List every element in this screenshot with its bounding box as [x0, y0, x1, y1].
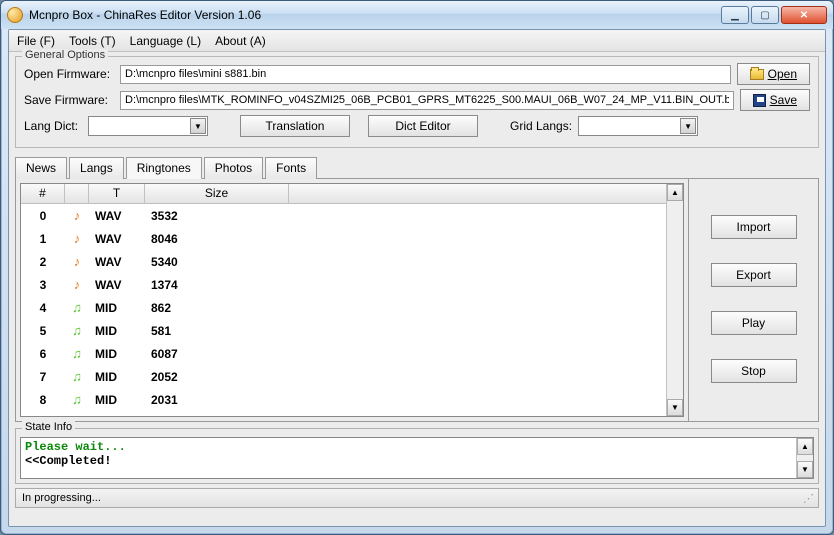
note-green-icon: ♫ — [65, 299, 89, 316]
save-firmware-label: Save Firmware: — [24, 93, 114, 107]
state-info: State Info Please wait... <<Completed! ▲… — [15, 428, 819, 484]
translation-button[interactable]: Translation — [240, 115, 350, 137]
note-green-icon: ♫ — [65, 345, 89, 362]
col-rest[interactable] — [289, 184, 666, 203]
col-icon[interactable] — [65, 184, 89, 203]
menu-about[interactable]: About (A) — [215, 34, 266, 48]
col-size[interactable]: Size — [145, 184, 289, 203]
minimize-button[interactable] — [721, 6, 749, 24]
tab-news[interactable]: News — [15, 157, 67, 179]
import-button[interactable]: Import — [711, 215, 797, 239]
langdict-select[interactable]: ▼ — [88, 116, 208, 136]
general-options: General Options Open Firmware: Open Save… — [15, 56, 819, 148]
dict-editor-button[interactable]: Dict Editor — [368, 115, 478, 137]
table-row[interactable]: 3♪WAV1374 — [21, 273, 666, 296]
scroll-up-icon[interactable]: ▲ — [797, 438, 813, 455]
menu-language[interactable]: Language (L) — [130, 34, 201, 48]
tab-photos[interactable]: Photos — [204, 157, 263, 179]
note-orange-icon: ♪ — [65, 207, 89, 224]
table-row[interactable]: 7♫MID2052 — [21, 365, 666, 388]
table-row[interactable]: 6♫MID6087 — [21, 342, 666, 365]
table-row[interactable]: 8♫MID2031 — [21, 388, 666, 411]
stop-button[interactable]: Stop — [711, 359, 797, 383]
note-green-icon: ♫ — [65, 322, 89, 339]
scroll-down-icon[interactable]: ▼ — [797, 461, 813, 478]
general-legend: General Options — [22, 49, 108, 61]
table-body: 0♪WAV35321♪WAV80462♪WAV53403♪WAV13744♫MI… — [21, 204, 666, 416]
tab-langs[interactable]: Langs — [69, 157, 124, 179]
titlebar[interactable]: Mcnpro Box - ChinaRes Editor Version 1.0… — [1, 1, 833, 29]
export-button[interactable]: Export — [711, 263, 797, 287]
open-firmware-input[interactable] — [120, 65, 731, 84]
status-text: In progressing... — [22, 492, 101, 504]
save-button[interactable]: Save — [740, 89, 810, 111]
table-row[interactable]: 4♫MID862 — [21, 296, 666, 319]
note-orange-icon: ♪ — [65, 276, 89, 293]
tabs: NewsLangsRingtonesPhotosFonts — [15, 156, 819, 178]
table-row[interactable]: 5♫MID581 — [21, 319, 666, 342]
save-disk-icon — [753, 94, 766, 107]
scroll-track[interactable] — [667, 201, 683, 399]
table-header: # T Size — [21, 184, 666, 204]
close-button[interactable] — [781, 6, 827, 24]
log-text: Please wait... <<Completed! — [21, 438, 796, 478]
gridlangs-select[interactable]: ▼ — [578, 116, 698, 136]
window-title: Mcnpro Box - ChinaRes Editor Version 1.0… — [29, 8, 721, 22]
note-orange-icon: ♪ — [65, 230, 89, 247]
folder-open-icon — [750, 69, 764, 80]
open-button[interactable]: Open — [737, 63, 810, 85]
menu-file[interactable]: File (F) — [17, 34, 55, 48]
note-green-icon: ♫ — [65, 391, 89, 408]
menu-tools[interactable]: Tools (T) — [69, 34, 116, 48]
note-green-icon: ♫ — [65, 368, 89, 385]
tab-ringtones[interactable]: Ringtones — [126, 157, 202, 179]
app-icon — [7, 7, 23, 23]
log-scrollbar[interactable]: ▲ ▼ — [796, 438, 813, 478]
play-button[interactable]: Play — [711, 311, 797, 335]
col-num[interactable]: # — [21, 184, 65, 203]
gridlangs-label: Grid Langs: — [510, 119, 572, 133]
chevron-down-icon: ▼ — [680, 118, 696, 134]
maximize-button[interactable] — [751, 6, 779, 24]
save-firmware-input[interactable] — [120, 91, 734, 110]
side-panel: Import Export Play Stop — [688, 179, 818, 421]
chevron-down-icon: ▼ — [190, 118, 206, 134]
scroll-up-icon[interactable]: ▲ — [667, 184, 683, 201]
table-row[interactable]: 1♪WAV8046 — [21, 227, 666, 250]
state-legend: State Info — [22, 421, 75, 433]
scroll-down-icon[interactable]: ▼ — [667, 399, 683, 416]
status-bar: In progressing... ⋰ — [15, 488, 819, 508]
langdict-label: Lang Dict: — [24, 119, 82, 133]
note-orange-icon: ♪ — [65, 253, 89, 270]
resize-grip-icon[interactable]: ⋰ — [803, 492, 812, 505]
open-firmware-label: Open Firmware: — [24, 67, 114, 81]
vertical-scrollbar[interactable]: ▲ ▼ — [666, 184, 683, 416]
tab-fonts[interactable]: Fonts — [265, 157, 317, 179]
table-row[interactable]: 0♪WAV3532 — [21, 204, 666, 227]
table-row[interactable]: 2♪WAV5340 — [21, 250, 666, 273]
col-type[interactable]: T — [89, 184, 145, 203]
menubar: File (F) Tools (T) Language (L) About (A… — [9, 30, 825, 52]
